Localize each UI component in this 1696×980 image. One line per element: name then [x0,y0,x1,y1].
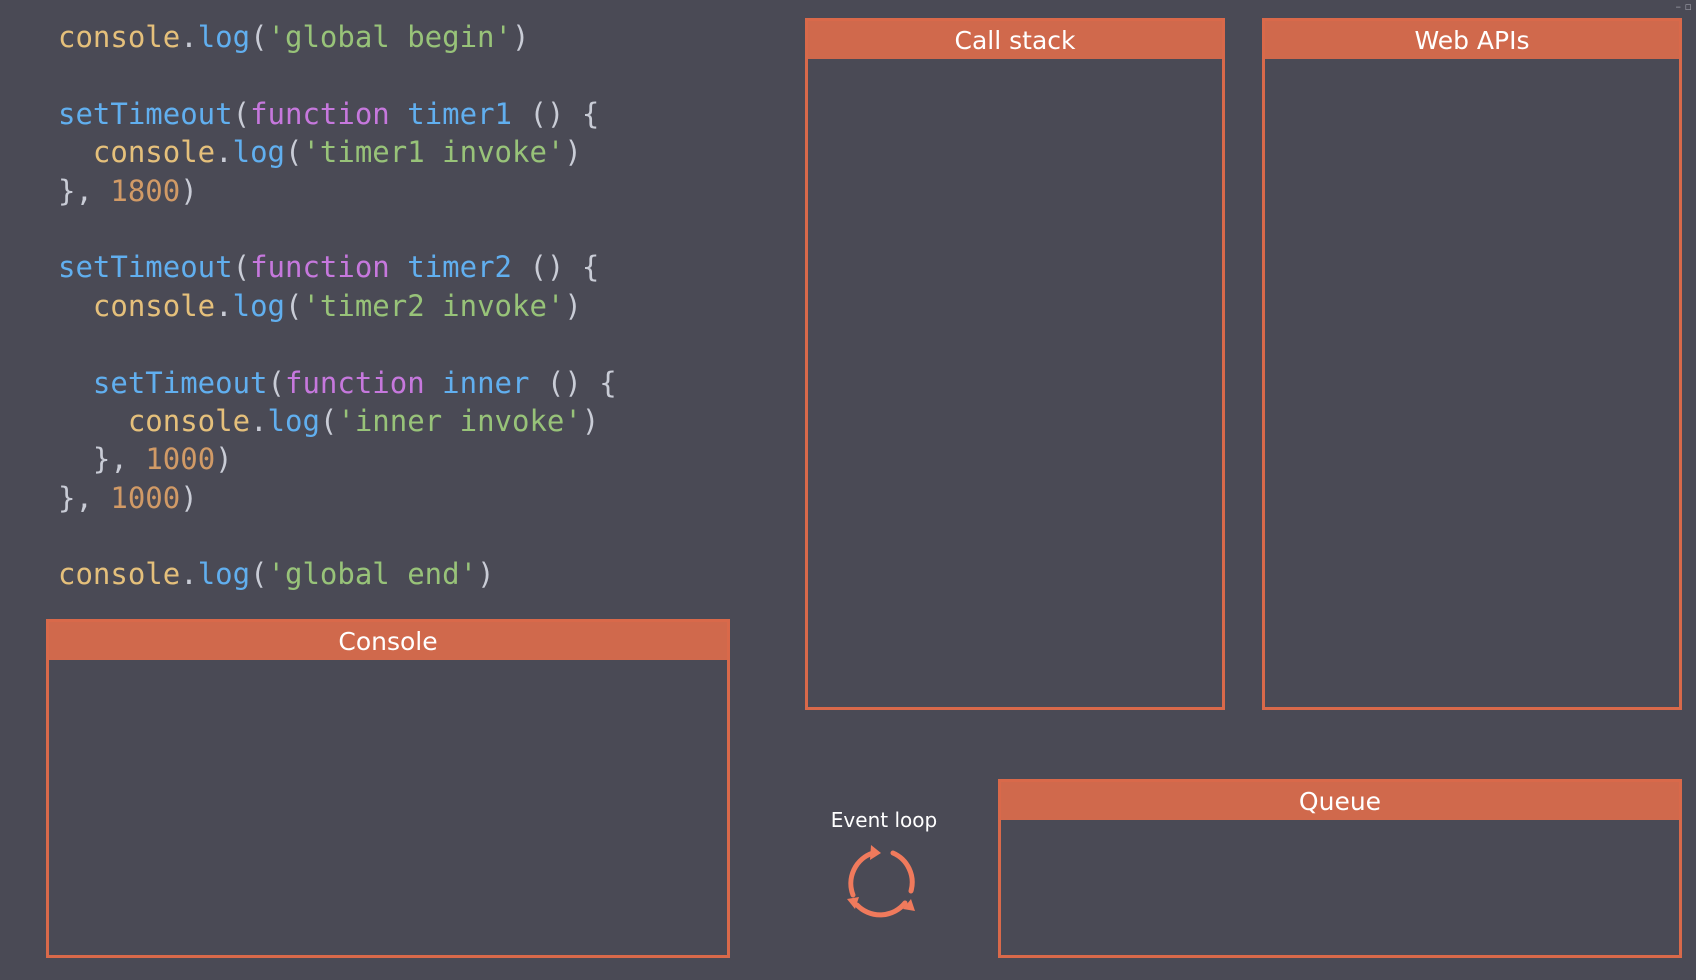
code-token: console [127,403,251,438]
code-line: console.log('global begin') [58,18,617,56]
code-token: console [58,557,181,592]
code-token: ) [564,135,582,170]
code-token: console [58,20,181,54]
code-token: setTimeout [58,96,233,131]
console-title: Console [49,622,727,660]
code-token: 'timer2 invoke' [302,288,565,323]
code-token: inner [442,365,530,400]
code-token: ( [285,135,303,170]
code-token: setTimeout [92,365,268,400]
code-token: . [215,135,233,170]
code-token: log [267,403,320,438]
code-token: log [197,557,251,592]
code-token: 'global end' [267,557,478,592]
code-token: . [180,557,198,592]
code-token: ) [215,442,233,477]
code-snippet: console.log('global begin') setTimeout(fu… [58,18,617,594]
code-token: setTimeout [58,250,233,285]
code-line: setTimeout(function timer1 () { [58,95,617,133]
code-token: 'global begin' [267,20,512,54]
code-token: 'inner invoke' [337,403,582,438]
window-controls: – ▫ [1676,0,1692,13]
code-line: console.log('timer1 invoke') [58,133,617,171]
code-token: function [285,365,425,400]
code-token: . [180,20,198,54]
console-panel: Console [46,619,730,958]
queue-panel: Queue [998,779,1682,958]
code-token: 1000 [145,442,216,477]
code-line: console.log('global end') [58,555,617,593]
call-stack-title: Call stack [808,21,1222,59]
code-token: ( [232,250,251,285]
queue-title: Queue [1001,782,1679,820]
code-token: function [250,250,390,285]
code-token: log [232,135,285,170]
code-token: ( [232,96,251,131]
code-token: function [250,96,390,131]
code-token: ( [250,557,268,592]
code-token: ( [267,365,285,400]
code-token: ( [319,403,338,438]
code-token: timer1 [407,96,512,131]
code-token: ) [180,173,198,208]
event-loop-label: Event loop [830,808,938,832]
code-token: }, [58,173,111,208]
code-token: console [92,288,216,323]
code-token: ) [180,480,198,515]
code-token: }, [58,480,111,515]
code-line: setTimeout(function inner () { [58,364,617,402]
code-token: () { [512,250,600,285]
code-token: 1000 [110,480,181,515]
code-token: ) [511,20,530,54]
code-token: ) [564,288,582,323]
code-token: ) [477,557,495,592]
code-token: 1800 [110,173,181,208]
code-token: ( [250,20,268,54]
call-stack-panel: Call stack [805,18,1225,710]
code-line: setTimeout(function timer2 () { [58,248,617,286]
code-token: 'timer1 invoke' [302,135,565,170]
code-token: log [197,20,251,54]
code-token: console [92,135,216,170]
minimize-icon[interactable]: – [1676,0,1682,13]
code-token: ( [285,288,303,323]
code-token: . [215,288,233,323]
code-line: }, 1800) [58,172,617,210]
refresh-cycle-icon [847,845,915,918]
code-token: . [250,403,268,438]
code-line: console.log('timer2 invoke') [58,287,617,325]
code-line: }, 1000) [58,479,617,517]
code-token: timer2 [407,250,512,285]
code-line: }, 1000) [58,440,617,478]
code-token: }, [58,442,146,477]
web-apis-panel: Web APIs [1262,18,1682,710]
code-token: ) [581,403,600,438]
code-token: () { [529,365,617,400]
maximize-icon[interactable]: ▫ [1685,0,1692,13]
web-apis-title: Web APIs [1265,21,1679,59]
code-token: () { [512,96,600,131]
code-line: console.log('inner invoke') [58,402,617,440]
code-token: log [232,288,285,323]
